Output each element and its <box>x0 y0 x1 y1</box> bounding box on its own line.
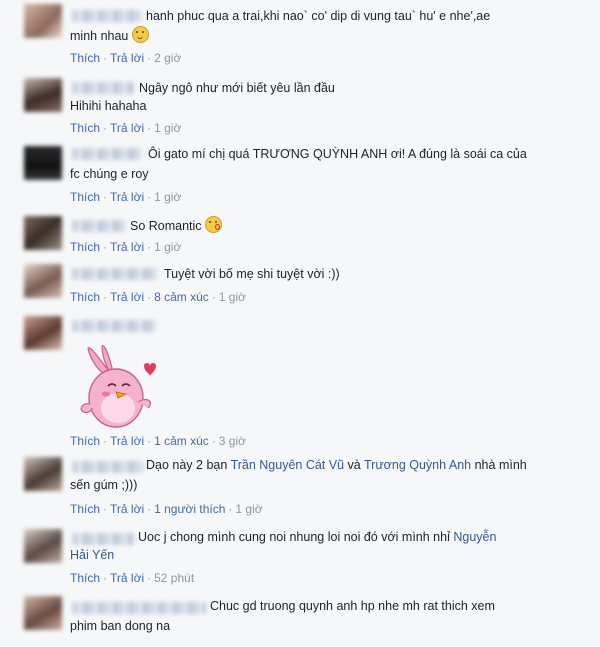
comment-actions: Thích · Trả lời · 2 giờ <box>70 51 182 65</box>
comment-text: Chuc gd truong quynh anh hp nhe mh rat t… <box>210 599 495 613</box>
tagged-user-link[interactable]: Trương Quỳnh Anh <box>364 458 471 472</box>
timestamp[interactable]: 1 giờ <box>219 290 246 304</box>
commenter-name[interactable] <box>72 82 134 94</box>
avatar[interactable] <box>24 457 62 491</box>
reply-button[interactable]: Trả lời <box>110 190 144 204</box>
comment-text: Ôi gato mí chị quá TRƯƠNG QUỲNH ANH ơi! … <box>148 147 527 161</box>
comment-actions: Thích · Trả lời · 52 phút <box>70 571 195 585</box>
like-button[interactable]: Thích <box>70 434 100 448</box>
avatar[interactable] <box>24 78 62 112</box>
tagged-user-link[interactable]: Nguyễn <box>453 530 496 544</box>
smile-emoji-icon <box>131 26 149 43</box>
comment-text: hanh phuc qua a trai,khi nao` co' dip di… <box>146 9 491 23</box>
reply-button[interactable]: Trả lời <box>110 290 144 304</box>
avatar[interactable] <box>24 596 62 630</box>
avatar[interactable] <box>24 264 62 298</box>
comment-text: So Romantic <box>130 216 223 236</box>
commenter-name[interactable] <box>72 268 158 280</box>
like-button[interactable]: Thích <box>70 121 100 135</box>
like-button[interactable]: Thích <box>70 51 100 65</box>
avatar[interactable] <box>24 316 62 350</box>
like-button[interactable]: Thích <box>70 502 100 516</box>
comment-text-line2: phim ban dong na <box>70 619 171 633</box>
reply-button[interactable]: Trả lời <box>110 51 144 65</box>
kiss-emoji-icon <box>205 216 223 233</box>
avatar[interactable] <box>24 4 62 38</box>
timestamp[interactable]: 3 giờ <box>219 434 246 448</box>
comment-text-line2: sến gúm ;))) <box>70 478 138 492</box>
avatar[interactable] <box>24 146 62 180</box>
like-button[interactable]: Thích <box>70 290 100 304</box>
comment-actions: Thích · Trả lời · 1 cảm xúc · 3 giờ <box>70 434 247 448</box>
comment-actions: Thích · Trả lời · 1 người thích · 1 giờ <box>70 502 263 516</box>
bird-sticker-icon[interactable] <box>68 336 168 436</box>
comment-actions: Thích · Trả lời · 1 giờ <box>70 240 182 254</box>
reactions-count[interactable]: 8 cảm xúc <box>154 290 209 304</box>
like-button[interactable]: Thích <box>70 571 100 585</box>
timestamp[interactable]: 2 giờ <box>154 51 181 65</box>
commenter-name[interactable] <box>72 148 142 160</box>
comment-actions: Thích · Trả lời · 8 cảm xúc · 1 giờ <box>70 290 247 304</box>
reply-button[interactable]: Trả lời <box>110 571 144 585</box>
timestamp[interactable]: 1 giờ <box>154 121 181 135</box>
commenter-name[interactable] <box>72 461 144 473</box>
like-button[interactable]: Thích <box>70 240 100 254</box>
comment-text: Dạo này 2 bạn Trần Nguyên Cát Vũ và Trươ… <box>146 458 527 472</box>
timestamp[interactable]: 1 giờ <box>235 502 262 516</box>
reply-button[interactable]: Trả lời <box>110 121 144 135</box>
reply-button[interactable]: Trả lời <box>110 434 144 448</box>
commenter-name[interactable] <box>72 10 142 22</box>
comment-text-line2: minh nhau <box>70 26 149 46</box>
commenter-name[interactable] <box>72 320 156 332</box>
timestamp[interactable]: 52 phút <box>154 571 194 585</box>
comment-actions: Thích · Trả lời · 1 giờ <box>70 190 182 204</box>
tagged-user-link[interactable]: Trần Nguyên Cát Vũ <box>231 458 344 472</box>
timestamp[interactable]: 1 giờ <box>154 190 181 204</box>
reactions-count[interactable]: 1 cảm xúc <box>154 434 209 448</box>
comment-text-line2: fc chúng e roy <box>70 167 149 181</box>
comment-text-line2: Hihihi hahaha <box>70 99 147 113</box>
comment-text: Uoc j chong mình cung noi nhung loi noi … <box>138 530 497 544</box>
commenter-name[interactable] <box>72 220 126 232</box>
avatar[interactable] <box>24 216 62 250</box>
comment-actions: Thích · Trả lời · 1 giờ <box>70 121 182 135</box>
avatar[interactable] <box>24 529 62 563</box>
timestamp[interactable]: 1 giờ <box>154 240 181 254</box>
tagged-user-link[interactable]: Hải Yến <box>70 548 114 562</box>
likes-count[interactable]: 1 người thích <box>154 502 225 516</box>
reply-button[interactable]: Trả lời <box>110 240 144 254</box>
comment-text: Tuyệt vời bố mẹ shi tuyệt vời :)) <box>164 267 340 281</box>
like-button[interactable]: Thích <box>70 190 100 204</box>
comment-text: Ngây ngô như mới biết yêu lần đầu <box>139 81 335 95</box>
comment-text-line2: Hải Yến <box>70 545 114 565</box>
commenter-name[interactable] <box>72 533 134 545</box>
reply-button[interactable]: Trả lời <box>110 502 144 516</box>
commenter-name[interactable] <box>72 602 206 614</box>
